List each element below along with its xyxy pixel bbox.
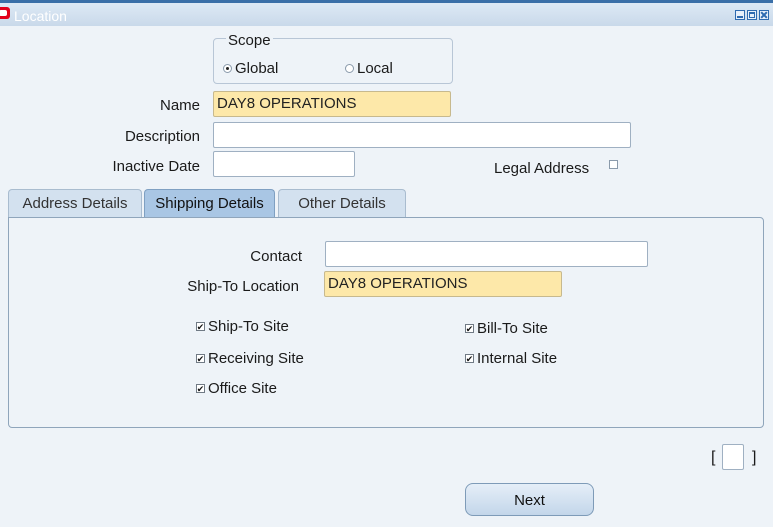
maximize-icon[interactable] <box>747 10 757 20</box>
bracket-close: ] <box>752 449 757 466</box>
close-icon[interactable] <box>759 10 769 20</box>
checkbox-checked-icon[interactable]: ✔ <box>196 384 205 393</box>
office-site-checkbox[interactable]: ✔ Office Site <box>196 380 277 397</box>
description-label: Description <box>124 128 200 145</box>
internal-site-checkbox[interactable]: ✔ Internal Site <box>465 350 557 367</box>
tab-shipping-details[interactable]: Shipping Details <box>144 189 275 217</box>
bill-to-site-checkbox[interactable]: ✔ Bill-To Site <box>465 320 548 337</box>
tab-other-details[interactable]: Other Details <box>278 189 406 217</box>
ship-to-location-field[interactable]: DAY8 OPERATIONS <box>324 271 562 297</box>
receiving-site-checkbox[interactable]: ✔ Receiving Site <box>196 350 304 367</box>
contact-label: Contact <box>250 248 302 265</box>
window-title: Location <box>14 8 67 24</box>
minimize-icon[interactable] <box>735 10 745 20</box>
scope-global-label: Global <box>235 60 279 77</box>
legal-address-checkbox[interactable] <box>609 160 618 169</box>
descriptive-flexfield-box[interactable] <box>722 444 744 470</box>
ship-to-site-label: Ship-To Site <box>208 318 289 335</box>
window-title-bar: Location <box>0 0 773 26</box>
tab-address-details[interactable]: Address Details <box>8 189 142 217</box>
checkbox-checked-icon[interactable]: ✔ <box>465 354 474 363</box>
receiving-site-label: Receiving Site <box>208 350 304 367</box>
description-field[interactable] <box>213 122 631 148</box>
scope-local-label: Local <box>357 60 393 77</box>
radio-selected-icon[interactable] <box>223 64 232 73</box>
internal-site-label: Internal Site <box>477 350 558 367</box>
radio-unselected-icon[interactable] <box>345 64 354 73</box>
checkbox-checked-icon[interactable]: ✔ <box>196 354 205 363</box>
bracket-open: [ <box>711 449 716 466</box>
checkbox-checked-icon[interactable]: ✔ <box>465 324 474 333</box>
name-label: Name <box>159 97 200 114</box>
ship-to-site-checkbox[interactable]: ✔ Ship-To Site <box>196 318 289 335</box>
checkbox-checked-icon[interactable]: ✔ <box>196 322 205 331</box>
contact-field[interactable] <box>325 241 648 267</box>
bill-to-site-label: Bill-To Site <box>477 320 548 337</box>
inactive-date-label: Inactive Date <box>112 158 200 175</box>
scope-global-radio[interactable]: Global <box>223 60 278 77</box>
legal-address-label: Legal Address <box>494 160 590 177</box>
oracle-app-icon <box>0 7 10 19</box>
scope-local-radio[interactable]: Local <box>345 60 393 77</box>
ship-to-location-label: Ship-To Location <box>187 278 299 295</box>
name-field[interactable]: DAY8 OPERATIONS <box>213 91 451 117</box>
office-site-label: Office Site <box>208 380 277 397</box>
inactive-date-field[interactable] <box>213 151 355 177</box>
scope-label: Scope <box>226 32 273 49</box>
next-button[interactable]: Next <box>465 483 594 516</box>
window-controls <box>735 10 769 20</box>
